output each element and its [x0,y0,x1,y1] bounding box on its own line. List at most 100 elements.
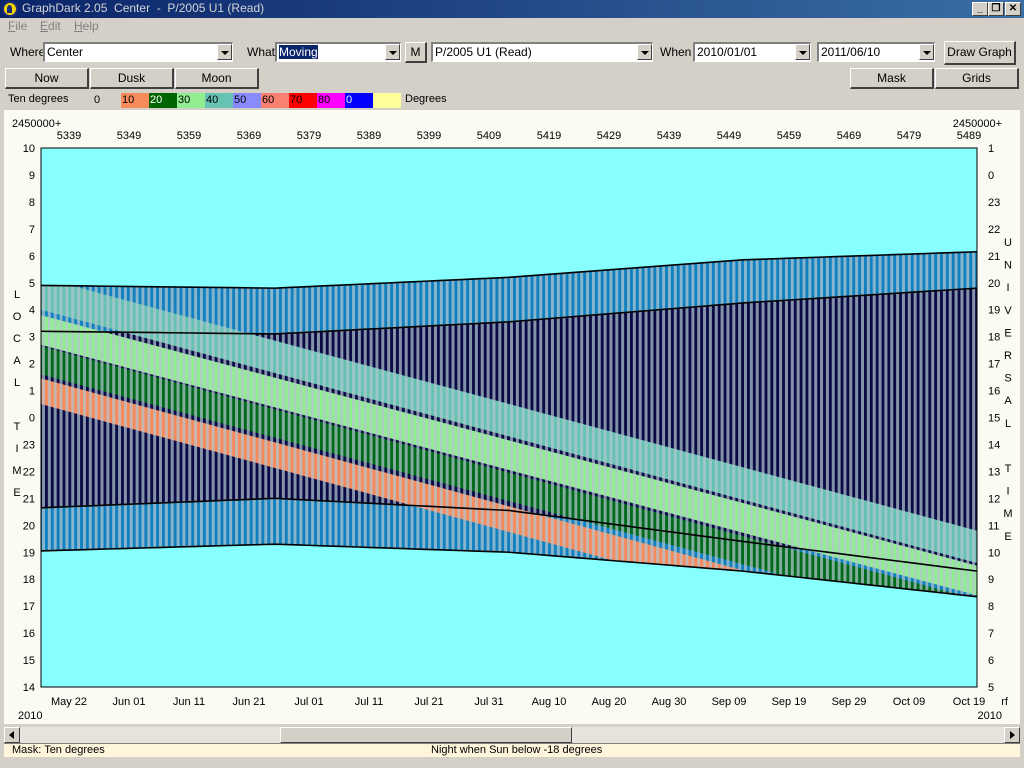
visibility-chart[interactable]: 10 9 8 7 6 5 4 3 2 1 0 23 22 21 20 19 18 17 16 15 14 1 0 23 22 21… [4,110,1020,724]
local-time-tick: 8 [29,197,35,209]
what-select[interactable]: Moving [275,42,401,62]
local-time-tick: 23 [23,439,35,451]
x-end-mark: rf [1001,696,1009,708]
jd-tick: 5449 [717,130,741,142]
legend-label: Ten degrees [8,93,69,105]
menu-edit-rest: dit [48,19,61,33]
chevron-down-icon[interactable] [795,44,810,60]
menu-help-mnemonic: H [74,19,83,33]
jd-tick: 5399 [417,130,441,142]
restore-button[interactable]: ❐ [988,2,1004,16]
menu-file[interactable]: File [8,19,27,33]
local-time-tick: 3 [29,332,35,344]
local-time-tick: 16 [23,628,35,640]
right-axis-title-letter: S [1004,373,1011,385]
menu-edit-mnemonic: E [40,19,49,33]
chevron-down-icon[interactable] [637,44,652,60]
elevation-legend: Ten degrees 0 10 20 30 40 50 60 70 80 0 Degrees [4,93,1020,109]
date-from-select[interactable]: 2010/01/01 [693,42,811,62]
right-axis-title-letter: E [1004,327,1011,339]
status-mask: Mask: Ten degrees [12,744,105,756]
scroll-left-button[interactable] [4,727,20,743]
grids-button[interactable]: Grids [935,68,1019,89]
right-axis-title-letter: L [1005,418,1011,430]
left-axis-title-letter: O [13,311,22,323]
date-tick: Jun 11 [173,696,205,708]
object-select[interactable]: P/2005 U1 (Read) [431,42,653,62]
chevron-down-icon[interactable] [385,44,400,60]
left-axis-title-letter: E [13,487,20,499]
date-tick: Jul 31 [474,696,503,708]
local-time-tick: 14 [23,682,35,694]
menu-help-rest: elp [82,19,99,33]
chart-svg: 1098765432102322212019181716151410232221… [12,118,1013,722]
chevron-down-icon[interactable] [919,44,934,60]
local-time-tick: 2 [29,359,35,371]
local-time-tick: 7 [29,224,35,236]
date-tick: Aug 10 [532,696,567,708]
legend-swatch: 60 [261,93,289,108]
scroll-right-button[interactable] [1004,727,1020,743]
horizontal-scrollbar[interactable] [4,727,1020,743]
local-time-tick: 6 [29,251,35,263]
scroll-thumb[interactable] [280,727,572,743]
universal-time-tick: 17 [988,359,1000,371]
jd-prefix-left: 2450000+ [12,118,61,130]
local-time-tick: 18 [23,574,35,586]
what-label: What [247,45,276,59]
universal-time-tick: 16 [988,386,1000,398]
where-value: Center [47,45,84,59]
date-tick: May 22 [51,696,87,708]
date-tick: Jul 11 [355,696,384,708]
date-tick: Sep 09 [712,696,747,708]
jd-tick: 5369 [237,130,261,142]
jd-tick: 5389 [357,130,381,142]
dusk-button[interactable]: Dusk [90,68,174,89]
date-tick: Sep 29 [832,696,867,708]
date-tick: Jun 01 [112,696,145,708]
universal-time-tick: 11 [988,520,999,532]
legend-swatch: 40 [205,93,233,108]
legend-swatch: 50 [233,93,261,108]
local-time-tick: 5 [29,278,35,290]
close-button[interactable]: ✕ [1005,2,1021,16]
universal-time-tick: 18 [988,332,1000,344]
m-button[interactable]: M [405,42,427,63]
arrow-left-icon [9,731,14,739]
jd-tick: 5419 [537,130,561,142]
universal-time-tick: 20 [988,278,1000,290]
what-value: Moving [279,45,318,59]
where-select[interactable]: Center [43,42,233,62]
legend-swatch: 30 [177,93,205,108]
menu-help[interactable]: Help [74,19,99,33]
draw-graph-button[interactable]: Draw Graph [944,41,1016,65]
universal-time-tick: 14 [988,439,1000,451]
left-axis-title-letter: I [15,443,18,455]
window-title: GraphDark 2.05 Center - P/2005 U1 (Read) [22,1,265,15]
local-time-tick: 9 [29,170,35,182]
title-bar: GraphDark 2.05 Center - P/2005 U1 (Read)… [0,0,1024,18]
local-time-tick: 0 [29,413,35,425]
date-tick: Jun 21 [232,696,265,708]
status-message: Night when Sun below -18 degrees [431,744,603,756]
date-from-value: 2010/01/01 [697,45,758,59]
jd-tick: 5339 [57,130,81,142]
moon-button[interactable]: Moon [175,68,259,89]
date-to-select[interactable]: 2011/06/10 [817,42,935,62]
universal-time-tick: 8 [988,601,994,613]
now-button[interactable]: Now [5,68,89,89]
chevron-down-icon[interactable] [217,44,232,60]
year-right: 2010 [978,710,1002,722]
right-axis-title-letter: U [1004,237,1012,249]
date-tick: Aug 30 [652,696,687,708]
universal-time-tick: 5 [988,682,994,694]
legend-swatch [373,93,401,108]
right-axis-title-letter: V [1004,305,1012,317]
minimize-button[interactable]: _ [972,2,988,16]
menu-edit[interactable]: Edit [40,19,61,33]
left-axis-title-letter: L [14,377,20,389]
app-icon [2,1,18,17]
universal-time-tick: 23 [988,197,1000,209]
mask-button[interactable]: Mask [850,68,934,89]
date-to-value: 2011/06/10 [821,45,881,59]
